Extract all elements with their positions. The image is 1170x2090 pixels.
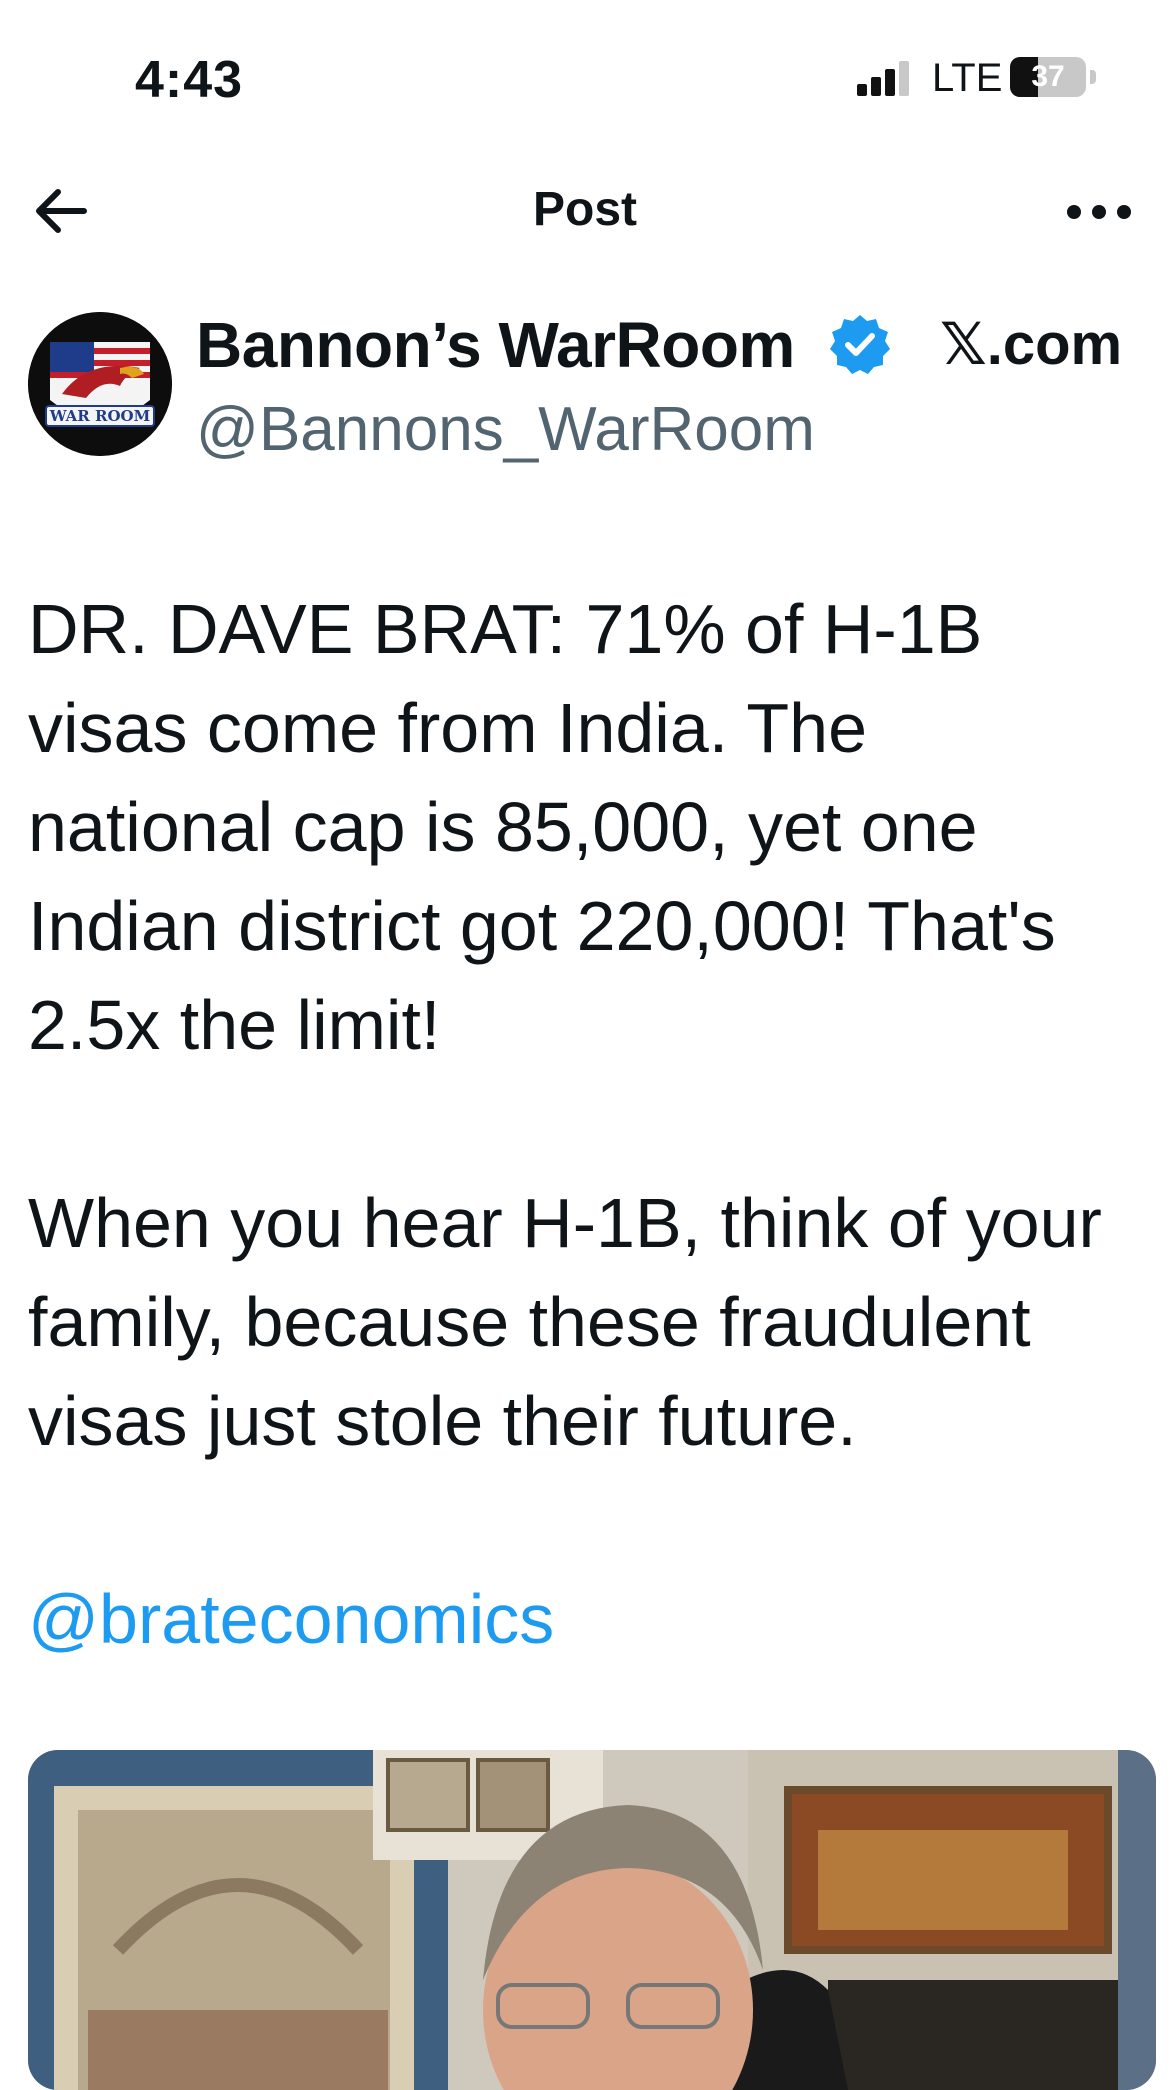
post-author: WAR ROOM Bannon’s WarRoom 𝕏.com @Bannons…	[0, 300, 1170, 470]
verified-badge-icon	[830, 315, 890, 374]
post-text-line: Indian district got 220,000! That's	[28, 887, 1056, 965]
post-media-video[interactable]	[28, 1750, 1156, 2090]
battery-level: 37	[1031, 60, 1065, 93]
post-text: DR. DAVE BRAT: 71% of H-1B visas come fr…	[28, 580, 1158, 1669]
mention-link[interactable]: @brateconomics	[28, 1570, 1158, 1669]
x-watermark: 𝕏.com	[940, 312, 1123, 377]
post-text-line: 2.5x the limit!	[28, 986, 441, 1064]
cellular-signal-icon	[857, 61, 909, 96]
network-type: LTE	[932, 56, 1003, 100]
post-text-line: family, because these fraudulent	[28, 1283, 1031, 1361]
post-text-line: DR. DAVE BRAT: 71% of H-1B	[28, 590, 983, 668]
warroom-logo-icon: WAR ROOM	[28, 312, 172, 456]
battery-icon: 37	[1010, 57, 1096, 97]
handle[interactable]: @Bannons_WarRoom	[196, 394, 815, 465]
avatar[interactable]: WAR ROOM	[28, 312, 172, 456]
post-text-line: visas come from India. The	[28, 689, 868, 767]
nav-bar: Post	[0, 160, 1170, 260]
status-bar: 4:43 LTE 37	[0, 0, 1170, 150]
svg-text:WAR ROOM: WAR ROOM	[49, 407, 150, 425]
more-horizontal-icon	[1067, 205, 1131, 219]
post-text-line: When you hear H-1B, think of your	[28, 1184, 1102, 1262]
post-text-line: visas just stole their future.	[28, 1382, 857, 1460]
post-text-line: national cap is 85,000, yet one	[28, 788, 978, 866]
status-time: 4:43	[135, 51, 244, 109]
video-thumbnail-image	[28, 1750, 1156, 2090]
more-options-button[interactable]	[1050, 176, 1140, 246]
page-title: Post	[532, 183, 637, 236]
display-name[interactable]: Bannon’s WarRoom	[196, 308, 795, 382]
